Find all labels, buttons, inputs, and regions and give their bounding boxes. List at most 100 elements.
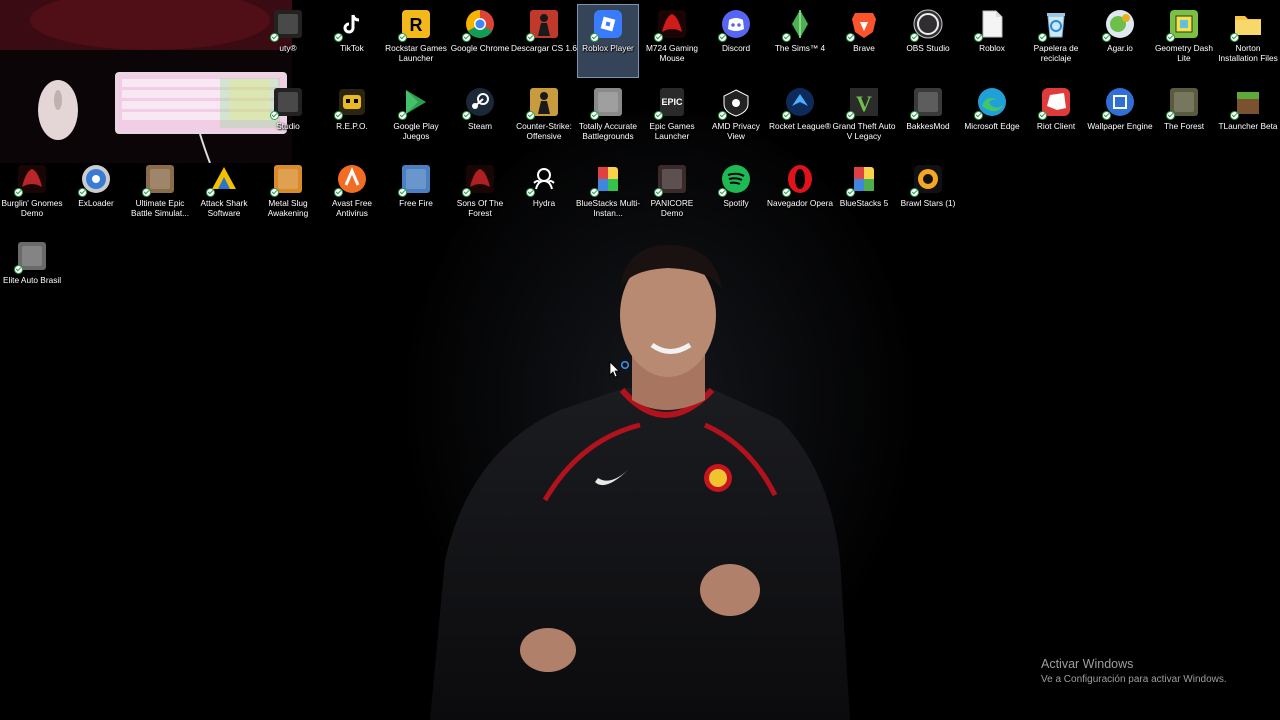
desktop-icon-label: R.E.P.O. <box>336 121 368 131</box>
sons-forest-icon <box>462 163 496 197</box>
desktop-icon[interactable]: BakkesMod <box>897 82 959 156</box>
sync-check-icon <box>782 111 791 120</box>
recycle-bin-icon <box>1038 8 1072 42</box>
roblox-studio-icon <box>270 86 304 120</box>
desktop-icon[interactable]: Navegador Opera <box>767 159 833 233</box>
sync-check-icon <box>846 188 855 197</box>
bluestacks-icon <box>846 163 880 197</box>
steam-icon <box>462 86 496 120</box>
desktop-icon[interactable]: Descargar CS 1.6 <box>511 4 577 78</box>
brawl-stars-icon <box>910 163 944 197</box>
desktop-icon[interactable]: R Rockstar Games Launcher <box>385 4 447 78</box>
geometry-dash-icon <box>1166 8 1200 42</box>
sync-check-icon <box>974 111 983 120</box>
desktop-icon[interactable]: Riot Client <box>1025 82 1087 156</box>
desktop-icon[interactable]: Ultimate Epic Battle Simulat... <box>129 159 191 233</box>
desktop-icon[interactable]: Google Play Juegos <box>385 82 447 156</box>
tlauncher-icon <box>1230 86 1264 120</box>
desktop-icon[interactable]: M724 Gaming Mouse <box>641 4 703 78</box>
exloader-icon <box>78 163 112 197</box>
desktop-icon[interactable]: Avast Free Antivirus <box>321 159 383 233</box>
desktop-icon-label: Papelera de reciclaje <box>1033 43 1079 63</box>
spotify-icon <box>718 163 752 197</box>
sync-check-icon <box>654 188 663 197</box>
activation-subtitle: Ve a Configuración para activar Windows. <box>1041 674 1227 685</box>
desktop-icon[interactable]: R.E.P.O. <box>321 82 383 156</box>
desktop-icon[interactable]: Roblox <box>961 4 1023 78</box>
desktop-icon[interactable]: Discord <box>705 4 767 78</box>
desktop-icon-label: OBS Studio <box>906 43 950 53</box>
desktop-icon[interactable]: V Grand Theft Auto V Legacy <box>832 82 896 156</box>
desktop-icon[interactable]: Free Fire <box>385 159 447 233</box>
burglin-gnomes-icon <box>14 163 48 197</box>
desktop-icon[interactable]: Brave <box>833 4 895 78</box>
sync-check-icon <box>526 33 535 42</box>
sims-icon <box>782 8 816 42</box>
desktop-icon[interactable]: The Sims™ 4 <box>769 4 831 78</box>
desktop-icon[interactable]: TLauncher Beta <box>1217 82 1279 156</box>
desktop-icon[interactable]: The Forest <box>1153 82 1215 156</box>
desktop-icon-label: AMD Privacy View <box>712 121 760 141</box>
desktop-icon[interactable]: Hydra <box>513 159 575 233</box>
desktop-icon[interactable]: Rocket League® <box>769 82 831 156</box>
sync-check-icon <box>654 33 663 42</box>
desktop-icon-label: Brave <box>853 43 875 53</box>
elite-auto-brasil-icon <box>14 240 48 274</box>
desktop-icon[interactable]: AMD Privacy View <box>705 82 767 156</box>
desktop-icon[interactable]: OBS Studio <box>897 4 959 78</box>
desktop-icon-label: Roblox Player <box>582 43 634 53</box>
sync-check-icon <box>1166 33 1175 42</box>
desktop-icon[interactable]: BlueStacks 5 <box>833 159 895 233</box>
the-forest-icon <box>1166 86 1200 120</box>
desktop-icon[interactable]: Agar.io <box>1089 4 1151 78</box>
sync-check-icon <box>910 111 919 120</box>
desktop-icon[interactable]: Roblox Player <box>577 4 639 78</box>
desktop-icon[interactable]: uty® <box>257 4 319 78</box>
desktop-icon[interactable]: Brawl Stars (1) <box>897 159 959 233</box>
desktop-icon[interactable]: Metal Slug Awakening <box>257 159 319 233</box>
desktop-icon[interactable]: Wallpaper Engine <box>1087 82 1153 156</box>
desktop-icon[interactable]: Papelera de reciclaje <box>1025 4 1087 78</box>
desktop-icon[interactable]: BlueStacks Multi-Instan... <box>576 159 640 233</box>
gta-v-icon: V <box>846 86 880 120</box>
desktop-icon-label: Avast Free Antivirus <box>332 198 372 218</box>
sync-check-icon <box>334 188 343 197</box>
sync-check-icon <box>590 111 599 120</box>
desktop-icon[interactable]: Burglin' Gnomes Demo <box>1 159 63 233</box>
desktop-icon[interactable]: Steam <box>449 82 511 156</box>
wallpaper-engine-icon <box>1102 86 1136 120</box>
desktop-icon[interactable]: Counter-Strike: Offensive <box>513 82 575 156</box>
desktop-icon[interactable]: ExLoader <box>65 159 127 233</box>
desktop-icon[interactable]: Sons Of The Forest <box>449 159 511 233</box>
desktop-icon-label: Metal Slug Awakening <box>267 198 309 218</box>
desktop-icon-label: Counter-Strike: Offensive <box>516 121 572 141</box>
desktop-icon[interactable]: Microsoft Edge <box>961 82 1023 156</box>
sync-check-icon <box>270 33 279 42</box>
desktop-icon-label: Spotify <box>723 198 749 208</box>
opera-icon <box>782 163 816 197</box>
sync-check-icon <box>718 188 727 197</box>
desktop-icon-label: Microsoft Edge <box>964 121 1020 131</box>
desktop-icon[interactable]: Google Chrome <box>449 4 511 78</box>
call-of-duty-icon <box>270 8 304 42</box>
sync-check-icon <box>526 111 535 120</box>
desktop-icon-label: Brawl Stars (1) <box>900 198 956 208</box>
desktop-icon[interactable]: Spotify <box>705 159 767 233</box>
sync-check-icon <box>910 33 919 42</box>
desktop-icon[interactable]: Norton Installation Files <box>1217 4 1279 78</box>
desktop-icon[interactable]: EPIC Epic Games Launcher <box>641 82 703 156</box>
desktop-icon-label: Attack Shark Software <box>200 198 248 218</box>
desktop-icon[interactable]: Elite Auto Brasil <box>1 236 63 310</box>
desktop-icon-label: Hydra <box>532 198 556 208</box>
riot-icon <box>1038 86 1072 120</box>
desktop-icon[interactable]: PANICORE Demo <box>641 159 703 233</box>
desktop-icon-grid: uty® TikTok R Rockstar Games Launcher Google… <box>0 0 1280 720</box>
desktop-icon[interactable]: Totally Accurate Battlegrounds <box>577 82 639 156</box>
desktop-icon[interactable]: Attack Shark Software <box>193 159 255 233</box>
desktop-icon[interactable]: Geometry Dash Lite <box>1153 4 1215 78</box>
sync-check-icon <box>462 33 471 42</box>
sync-check-icon <box>14 188 23 197</box>
desktop-icon[interactable]: Studio <box>257 82 319 156</box>
desktop-icon[interactable]: TikTok <box>321 4 383 78</box>
rockstar-icon: R <box>398 8 432 42</box>
